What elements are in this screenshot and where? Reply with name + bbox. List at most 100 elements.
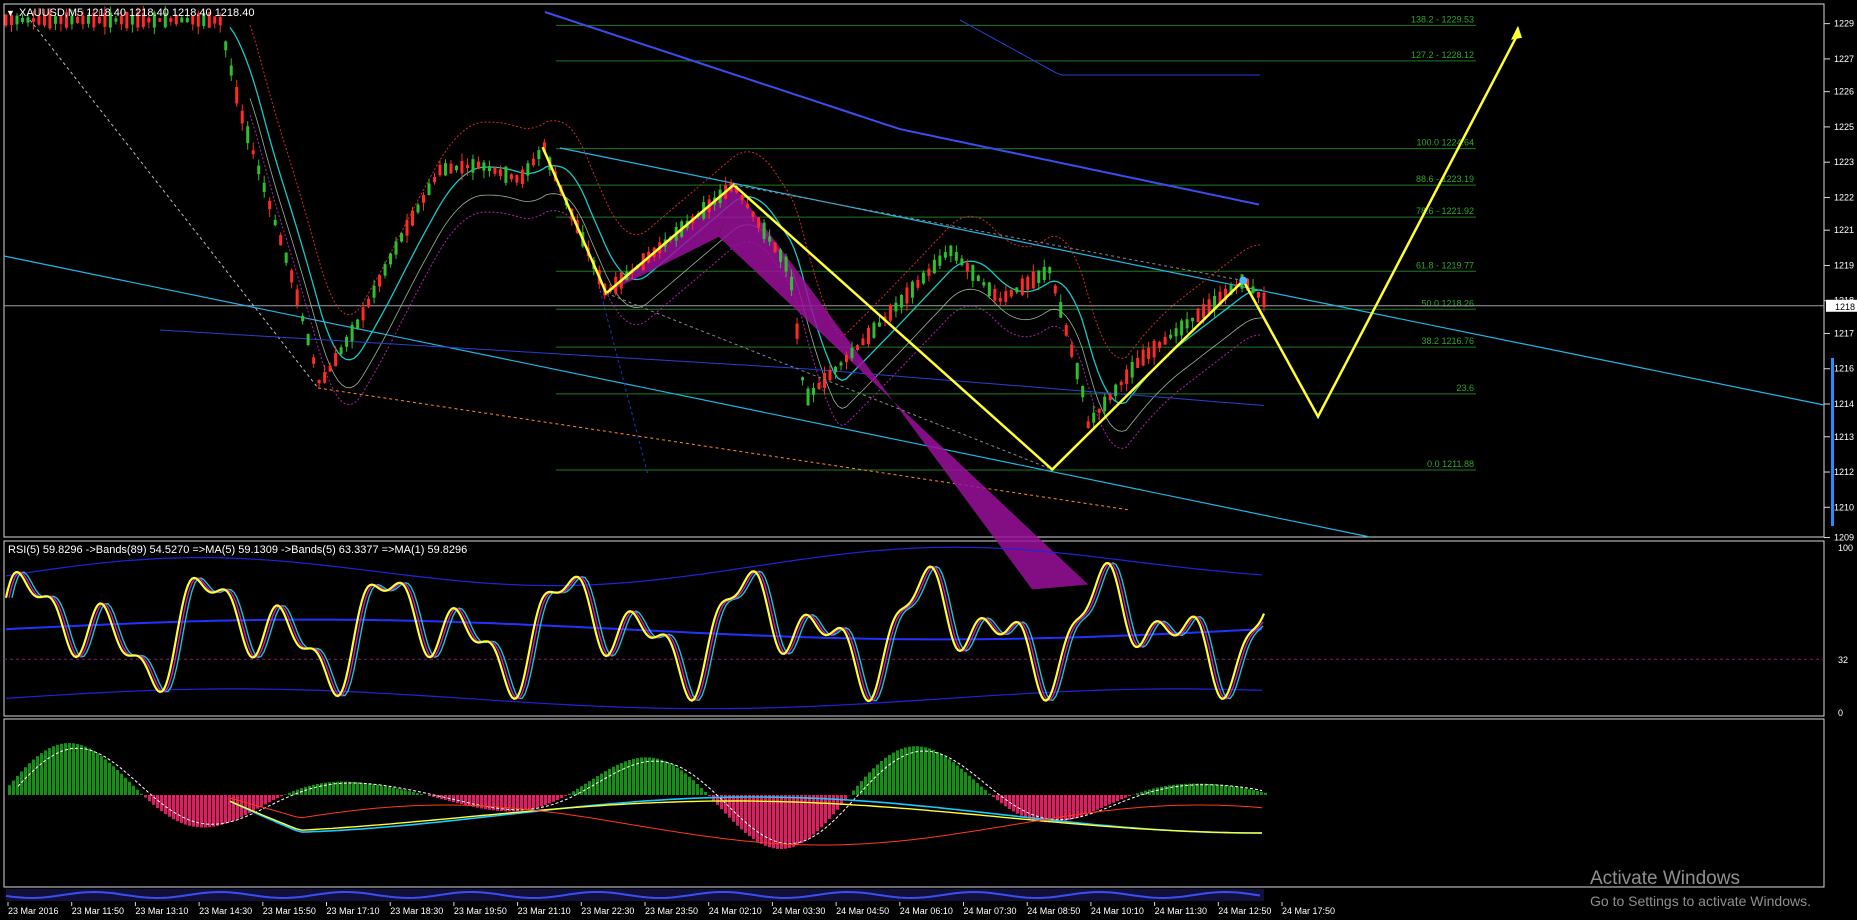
macd-bar [540, 795, 543, 806]
candle-body [340, 347, 343, 354]
candle-body [312, 357, 315, 364]
candle-body [999, 298, 1002, 302]
candle-body [279, 235, 282, 245]
macd-bar [708, 795, 711, 796]
candle-body [1120, 382, 1123, 385]
macd-bar [1212, 784, 1215, 795]
chart-canvas[interactable]: 138.2 - 1229.53127.2 - 1228.12100.0 1224… [0, 0, 1857, 915]
macd-bar [784, 795, 787, 849]
macd-bar [24, 767, 27, 795]
candle-body [801, 377, 804, 380]
macd-bar [556, 795, 559, 800]
macd-bar [956, 765, 959, 795]
macd-bar [644, 757, 647, 795]
chart-root[interactable]: 138.2 - 1229.53127.2 - 1228.12100.0 1224… [0, 0, 1857, 915]
candle-body [422, 195, 425, 203]
macd-bar [40, 753, 43, 795]
candle-body [1186, 319, 1189, 328]
header-arrow-icon[interactable]: ▼ [6, 8, 15, 18]
macd-bar [456, 795, 459, 803]
candle-body [1169, 335, 1172, 339]
macd-bar [672, 765, 675, 795]
candle-body [790, 277, 793, 291]
candle-body [927, 269, 930, 276]
macd-bar [140, 794, 143, 795]
macd-bar [864, 777, 867, 795]
macd-bar [132, 786, 135, 795]
macd-bar [96, 753, 99, 795]
macd-bar [468, 795, 471, 806]
macd-bar [280, 795, 283, 796]
macd-bar [736, 795, 739, 826]
candle-body [1164, 337, 1167, 345]
macd-bar [788, 795, 791, 848]
macd-bar [256, 795, 259, 809]
macd-bar [128, 782, 131, 795]
time-label: 24 Mar 11:30 [1155, 906, 1207, 915]
candle-body [1131, 362, 1134, 377]
arrow-head-icon [1511, 26, 1522, 40]
candle-body [1026, 277, 1029, 290]
time-label: 24 Mar 04:50 [836, 906, 889, 915]
trendlines [4, 20, 1824, 537]
candle-body [1175, 328, 1178, 336]
candle-body [796, 324, 799, 339]
candle-body [532, 159, 535, 166]
candle-body [850, 348, 853, 358]
macd-bar [732, 795, 735, 822]
candle-body [757, 217, 760, 227]
macd-bar [408, 791, 411, 795]
macd-bar [1012, 795, 1015, 811]
range-bar [1831, 358, 1834, 526]
macd-bar [1244, 788, 1247, 795]
fib-label: 138.2 - 1229.53 [1411, 14, 1474, 24]
macd-bar [992, 795, 995, 797]
macd-bar [524, 795, 527, 810]
candle-body [905, 287, 908, 303]
macd-bar [580, 786, 583, 795]
macd-bar [940, 754, 943, 795]
macd-bar [696, 784, 699, 795]
macd-bar [296, 790, 299, 795]
candle-body [829, 370, 832, 380]
candle-body [966, 263, 969, 272]
candle-body [323, 372, 326, 383]
candle-body [389, 253, 392, 264]
candle-body [1191, 318, 1194, 321]
macd-bar [384, 786, 387, 795]
time-label: 23 Mar 2016 [8, 906, 59, 915]
candle-body [993, 289, 996, 301]
candle-body [1070, 345, 1073, 357]
macd-panel-frame [4, 719, 1824, 887]
macd-bar [416, 793, 419, 795]
price-label: 1213 [1834, 432, 1854, 442]
time-label: 23 Mar 11:50 [72, 906, 124, 915]
macd-bar [600, 774, 603, 795]
candle-body [444, 163, 447, 175]
candle-body [894, 303, 897, 312]
time-label: 24 Mar 02:10 [709, 906, 762, 915]
candle-body [356, 320, 359, 329]
candle-body [252, 150, 255, 154]
macd-bar [528, 795, 531, 810]
macd-bar [624, 761, 627, 795]
candle-body [982, 282, 985, 285]
macd-bar [88, 749, 91, 795]
candle-body [362, 307, 365, 320]
macd-bar [460, 795, 463, 804]
macd-bar [12, 781, 15, 795]
price-label: 1209 [1834, 533, 1854, 543]
macd-bar [104, 759, 107, 795]
macd-bar [56, 745, 59, 795]
macd-panel [6, 743, 1267, 901]
candle-body [768, 237, 771, 242]
macd-bar [1060, 795, 1063, 822]
macd-bar [48, 748, 51, 795]
macd-bar [1100, 795, 1103, 808]
macd-bar [964, 772, 967, 795]
macd-bar [1124, 795, 1127, 798]
candle-body [290, 270, 293, 282]
macd-bar [700, 788, 703, 795]
macd-bar [900, 749, 903, 795]
time-label: 23 Mar 23:50 [645, 906, 698, 915]
